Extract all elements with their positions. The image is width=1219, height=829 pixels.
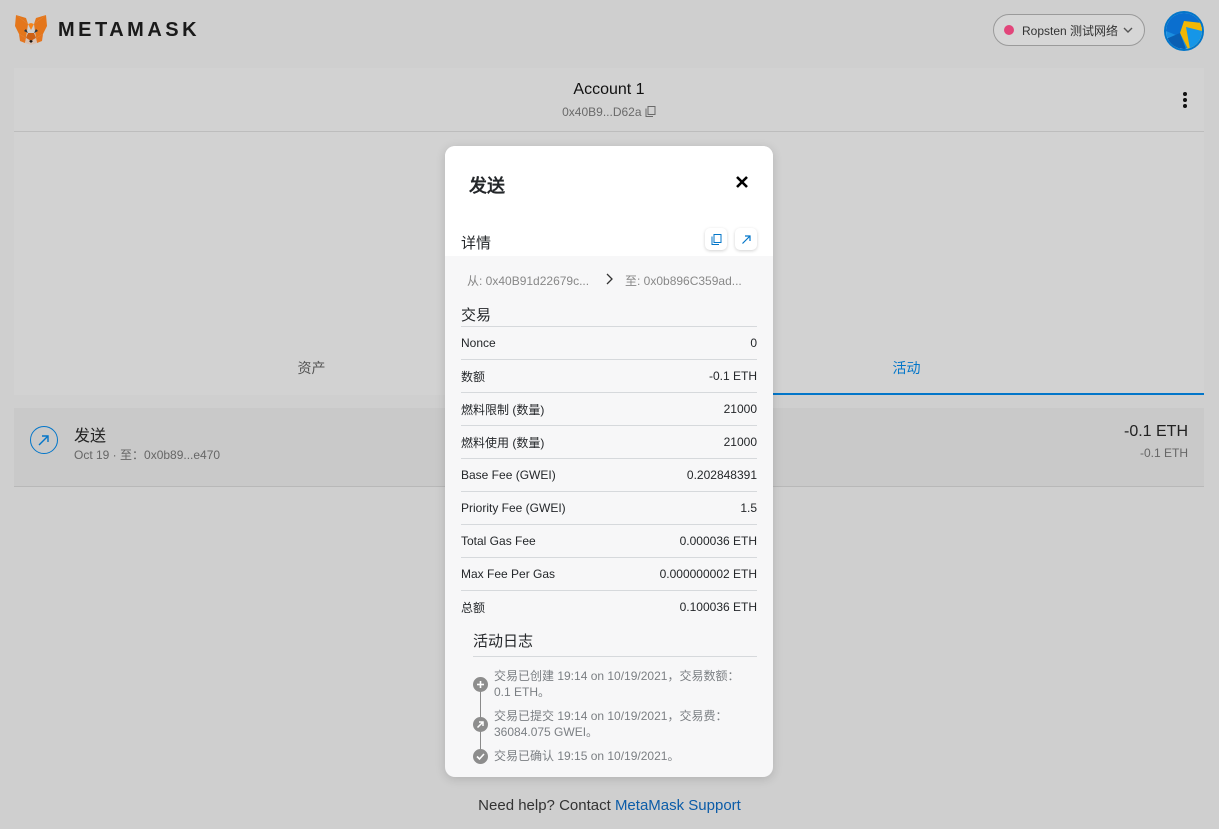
external-link-icon <box>741 234 751 244</box>
row-label: 数额 <box>461 369 486 384</box>
metamask-logo[interactable]: METAMASK <box>14 14 200 46</box>
row-label: Priority Fee (GWEI) <box>461 501 566 515</box>
details-label: 详情 <box>461 235 492 252</box>
row-value: 0.100036 ETH <box>679 600 757 614</box>
row-value: 0.202848391 <box>686 468 757 482</box>
row-value: 21000 <box>723 435 757 449</box>
copy-tx-button[interactable] <box>705 228 727 250</box>
breakdown-row-total: 总额 0.100036 ETH <box>461 590 757 623</box>
activity-entry-text: 交易已确认 19:15 on 10/19/2021。 <box>494 749 680 763</box>
jazzicon-icon <box>1166 13 1202 49</box>
transaction-section-title: 交易 <box>461 307 492 324</box>
row-value: 0.000000002 ETH <box>659 567 757 581</box>
send-arrow-icon <box>30 426 58 454</box>
account-options-icon[interactable] <box>1180 90 1190 110</box>
row-label: Nonce <box>461 336 496 350</box>
breakdown-row-total-gas-fee: Total Gas Fee 0.000036 ETH <box>461 524 757 557</box>
activity-entry-text: 交易已提交 19:14 on 10/19/2021，交易费：36084.075 … <box>494 709 728 739</box>
network-selector[interactable]: Ropsten 测试网络 <box>993 14 1145 46</box>
row-label: Base Fee (GWEI) <box>461 468 556 482</box>
breakdown-row-nonce: Nonce 0 <box>461 326 757 359</box>
breakdown-row-amount: 数额 -0.1 ETH <box>461 359 757 392</box>
chevron-down-icon <box>1123 27 1133 33</box>
transaction-amount: -0.1 ETH <box>1123 423 1188 440</box>
breakdown-row-priority-fee: Priority Fee (GWEI) 1.5 <box>461 491 757 524</box>
row-label: Total Gas Fee <box>461 534 536 548</box>
brand-wordmark: METAMASK <box>58 18 201 41</box>
modal-title: 发送 <box>469 176 505 196</box>
transaction-amount-secondary: -0.1 ETH <box>1139 446 1188 460</box>
transaction-title: 发送 <box>74 428 107 445</box>
activity-entry-text: 交易已创建 19:14 on 10/19/2021，交易数额：0.1 ETH。 <box>494 669 740 699</box>
activity-log: 活动日志 交易已创建 19:14 on 10/19/2021，交易数额：0.1 … <box>473 630 757 764</box>
view-on-explorer-button[interactable] <box>735 228 757 250</box>
network-status-dot <box>1004 25 1014 35</box>
recipient-address[interactable]: 至: 0x0b896C359ad... <box>625 272 753 289</box>
chevron-right-icon <box>606 273 613 285</box>
transaction-subtitle: Oct 19 · 至：0x0b89...e470 <box>74 448 221 462</box>
row-label: Max Fee Per Gas <box>461 567 556 581</box>
copy-icon <box>645 106 656 117</box>
row-value: 0.000036 ETH <box>679 534 757 548</box>
arrow-up-right-icon <box>473 717 488 732</box>
row-label: 总额 <box>461 600 486 615</box>
activity-log-title: 活动日志 <box>473 630 757 657</box>
account-address[interactable]: 0x40B9...D62a <box>14 105 1204 119</box>
account-address-text: 0x40B9...D62a <box>562 105 642 119</box>
breakdown-row-gas-used: 燃料使用 (数量) 21000 <box>461 425 757 458</box>
check-icon <box>473 749 488 764</box>
support-link[interactable]: MetaMask Support <box>615 797 741 814</box>
help-text: Need help? Contact <box>478 797 615 814</box>
row-value: 21000 <box>723 402 757 416</box>
sender-recipient: 从: 0x40B91d22679c... 至: 0x0b896C359ad... <box>445 264 773 294</box>
breakdown-row-base-fee: Base Fee (GWEI) 0.202848391 <box>461 458 757 491</box>
row-value: 1.5 <box>740 501 757 515</box>
transaction-breakdown: Nonce 0 数额 -0.1 ETH 燃料限制 (数量) 21000 燃料使用 (数… <box>461 326 757 623</box>
close-icon[interactable] <box>735 175 749 189</box>
transaction-details-modal: 发送 详情 从: 0x40B91d22679c... 至: 0x0b896C35… <box>445 146 773 777</box>
details-bar: 详情 <box>445 226 773 256</box>
row-value: 0 <box>750 336 757 350</box>
account-avatar[interactable] <box>1164 11 1204 51</box>
account-bar: Account 1 0x40B9...D62a <box>14 68 1204 132</box>
breakdown-row-gas-limit: 燃料限制 (数量) 21000 <box>461 392 757 425</box>
row-label: 燃料限制 (数量) <box>461 402 545 417</box>
account-name[interactable]: Account 1 <box>14 81 1204 99</box>
row-value: -0.1 ETH <box>708 369 757 383</box>
modal-header: 发送 <box>445 146 773 226</box>
sender-address[interactable]: 从: 0x40B91d22679c... <box>467 272 597 289</box>
breakdown-row-max-fee: Max Fee Per Gas 0.000000002 ETH <box>461 557 757 590</box>
network-label: Ropsten 测试网络 <box>1022 23 1119 38</box>
plus-icon <box>473 677 488 692</box>
fox-icon <box>15 15 47 45</box>
row-label: 燃料使用 (数量) <box>461 435 545 450</box>
help-footer: Need help? Contact MetaMask Support <box>0 797 1219 814</box>
app-header: METAMASK Ropsten 测试网络 <box>0 0 1219 64</box>
copy-icon <box>711 233 721 245</box>
